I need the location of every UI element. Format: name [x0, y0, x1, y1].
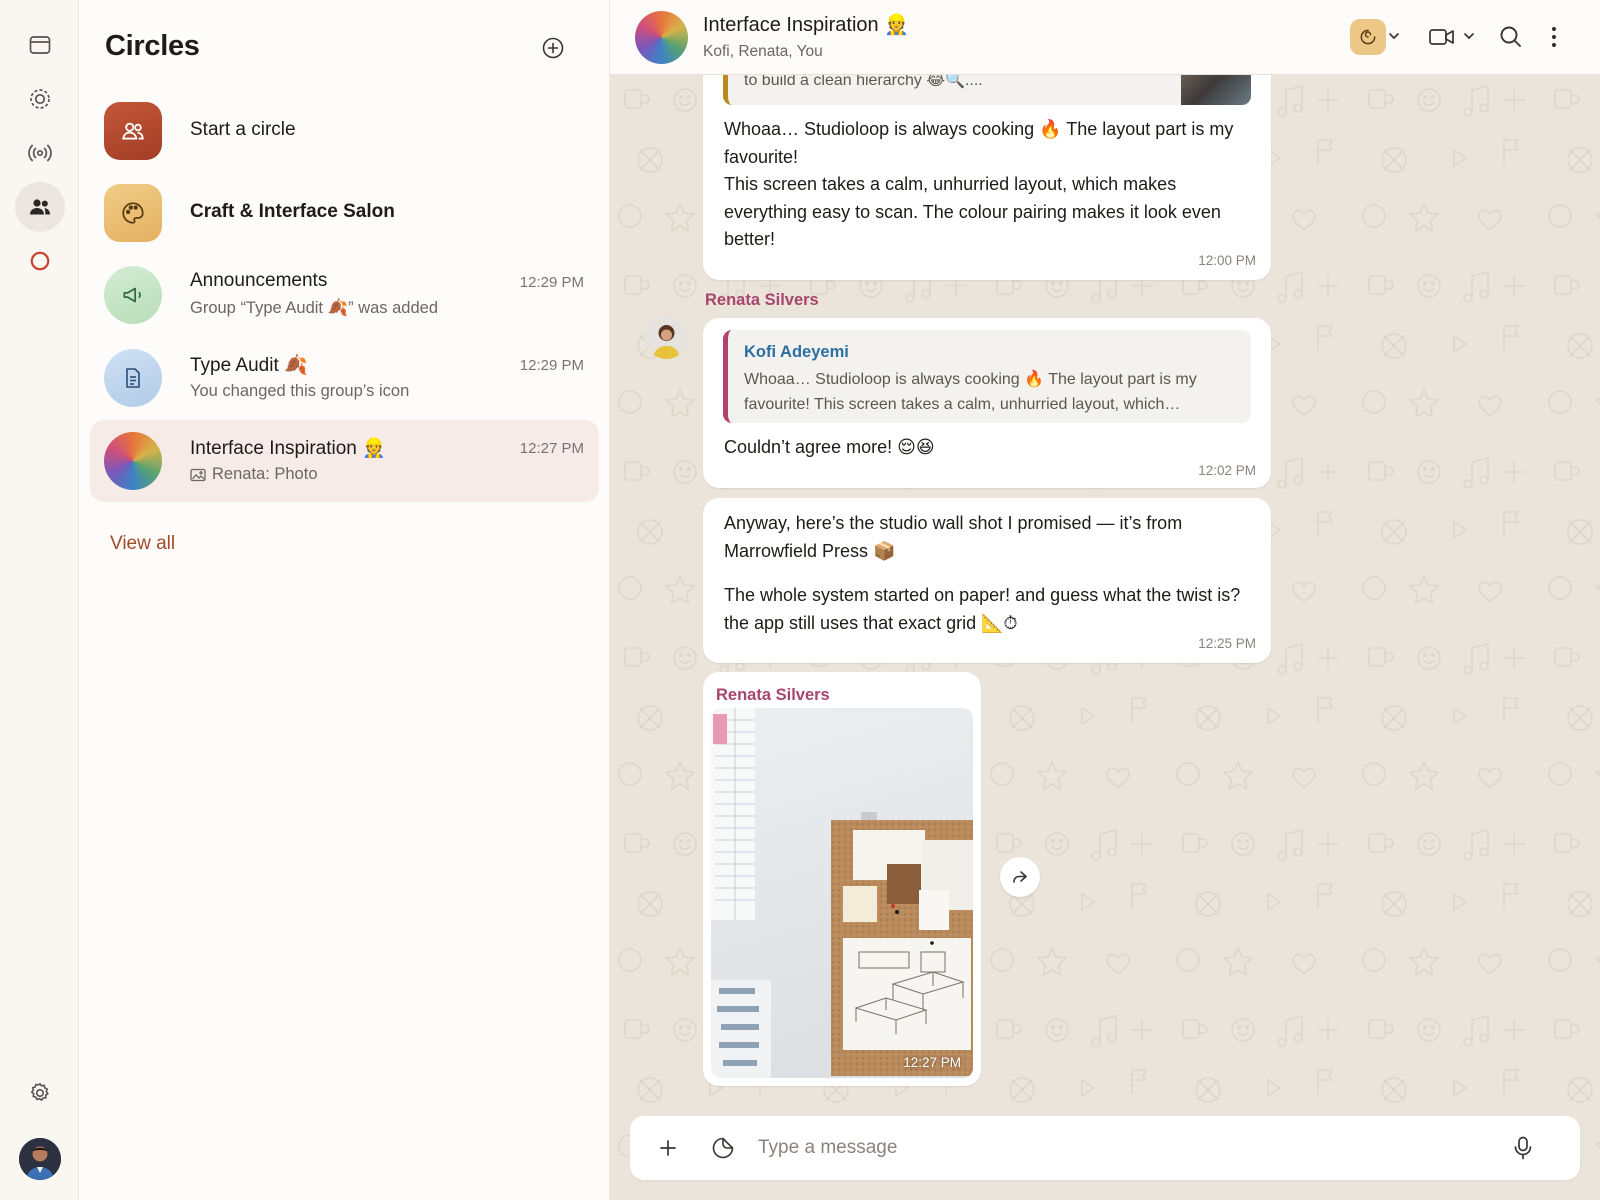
message-bubble[interactable]: Anyway, here’s the studio wall shot I pr… [703, 498, 1271, 663]
video-call-button[interactable] [1428, 24, 1456, 50]
list-item-name: Announcements [190, 270, 328, 291]
chat-pane: Interface Inspiration 👷 Kofi, Renata, Yo… [610, 0, 1600, 1200]
list-item-name: Type Audit 🍂 [190, 355, 308, 376]
group-avatar[interactable] [635, 11, 688, 64]
message-text: This screen takes a calm, unhurried layo… [724, 174, 1221, 249]
list-item-preview-wrap: Renata: Photo [190, 465, 318, 484]
sticker-icon [1360, 29, 1376, 45]
megaphone-icon [104, 266, 162, 324]
photo[interactable]: 12:27 PM [711, 708, 973, 1078]
message-composer [630, 1116, 1580, 1180]
message-text: Anyway, here’s the studio wall shot I pr… [724, 513, 1183, 561]
list-item-name: Interface Inspiration 👷 [190, 438, 386, 459]
plus-icon[interactable] [656, 1136, 680, 1160]
view-all-link[interactable]: View all [110, 533, 175, 555]
circles-panel: Circles Start a circle Craft & Interface… [79, 0, 610, 1200]
message-bubble[interactable]: to build a clean hierarchy 😂🔍.... Whoaa…… [703, 40, 1271, 280]
list-item-preview: You changed this group’s icon [190, 382, 410, 400]
chevron-down-icon[interactable] [1387, 29, 1401, 43]
document-icon [104, 349, 162, 407]
sender-name[interactable]: Renata Silvers [705, 291, 819, 310]
start-circle-label: Start a circle [190, 119, 296, 140]
list-item-time: 12:29 PM [519, 274, 584, 291]
chat-header: Interface Inspiration 👷 Kofi, Renata, Yo… [610, 0, 1600, 75]
sender-name[interactable]: Renata Silvers [716, 686, 830, 705]
list-item-preview: Renata: Photo [212, 465, 318, 483]
gear-icon[interactable] [15, 1068, 65, 1118]
more-options-icon[interactable] [1548, 24, 1560, 50]
broadcast-icon[interactable] [15, 128, 65, 178]
list-item-type-audit[interactable]: Type Audit 🍂 You changed this group’s ic… [90, 337, 599, 419]
page-title: Circles [105, 30, 200, 62]
list-item-time: 12:27 PM [519, 440, 584, 457]
photo-image [711, 708, 973, 1078]
list-item-preview: Group “Type Audit 🍂” was added [190, 299, 439, 317]
video-icon [1429, 29, 1454, 45]
quoted-sender: Kofi Adeyemi [744, 343, 849, 361]
left-rail [0, 0, 79, 1200]
message-text: The whole system started on paper! and g… [724, 585, 1241, 633]
chat-title[interactable]: Interface Inspiration 👷 [703, 12, 909, 37]
message-input[interactable] [758, 1132, 1498, 1164]
message-text: Couldn’t agree more! 😌😆 [724, 437, 935, 457]
message-text: Whoaa… Studioloop is always cooking 🔥 Th… [724, 119, 1234, 167]
forward-icon [1013, 871, 1027, 883]
photo-icon [190, 468, 206, 481]
group-avatar [104, 432, 162, 490]
avatar[interactable] [645, 316, 688, 359]
plus-circle-icon[interactable] [541, 36, 567, 62]
chevron-down-icon[interactable] [1462, 29, 1476, 43]
microphone-icon[interactable] [1512, 1135, 1534, 1161]
message-time: 12:02 PM [1198, 463, 1256, 478]
chat-members: Kofi, Renata, You [703, 43, 823, 60]
message-time: 12:25 PM [1198, 636, 1256, 651]
list-item-announcements[interactable]: Announcements Group “Type Audit 🍂” was a… [90, 254, 599, 336]
list-item-craft-interface-salon[interactable]: Craft & Interface Salon [90, 172, 599, 254]
search-icon[interactable] [1498, 24, 1524, 50]
people-icon[interactable] [15, 182, 65, 232]
list-item-time: 12:29 PM [519, 357, 584, 374]
quoted-message[interactable]: Kofi Adeyemi Whoaa… Studioloop is always… [723, 330, 1251, 423]
sticker-icon[interactable] [710, 1135, 736, 1161]
list-item-interface-inspiration[interactable]: Interface Inspiration 👷 Renata: Photo 12… [90, 420, 599, 502]
salon-label: Craft & Interface Salon [190, 201, 395, 222]
window-icon[interactable] [15, 20, 65, 70]
ring-icon[interactable] [15, 236, 65, 286]
message-bubble[interactable]: Kofi Adeyemi Whoaa… Studioloop is always… [703, 318, 1271, 488]
avatar[interactable] [19, 1138, 61, 1180]
message-time: 12:27 PM [903, 1055, 961, 1070]
forward-button[interactable] [1000, 857, 1040, 897]
palette-icon [104, 184, 162, 242]
quoted-text: Whoaa… Studioloop is always cooking 🔥 Th… [744, 371, 1197, 413]
status-icon[interactable] [15, 74, 65, 124]
sticker-button[interactable] [1350, 19, 1386, 55]
message-time: 12:00 PM [1198, 253, 1256, 268]
people-icon [104, 102, 162, 160]
start-circle-button[interactable]: Start a circle [90, 90, 599, 172]
photo-message[interactable]: Renata Silvers 12:27 PM [703, 672, 981, 1086]
